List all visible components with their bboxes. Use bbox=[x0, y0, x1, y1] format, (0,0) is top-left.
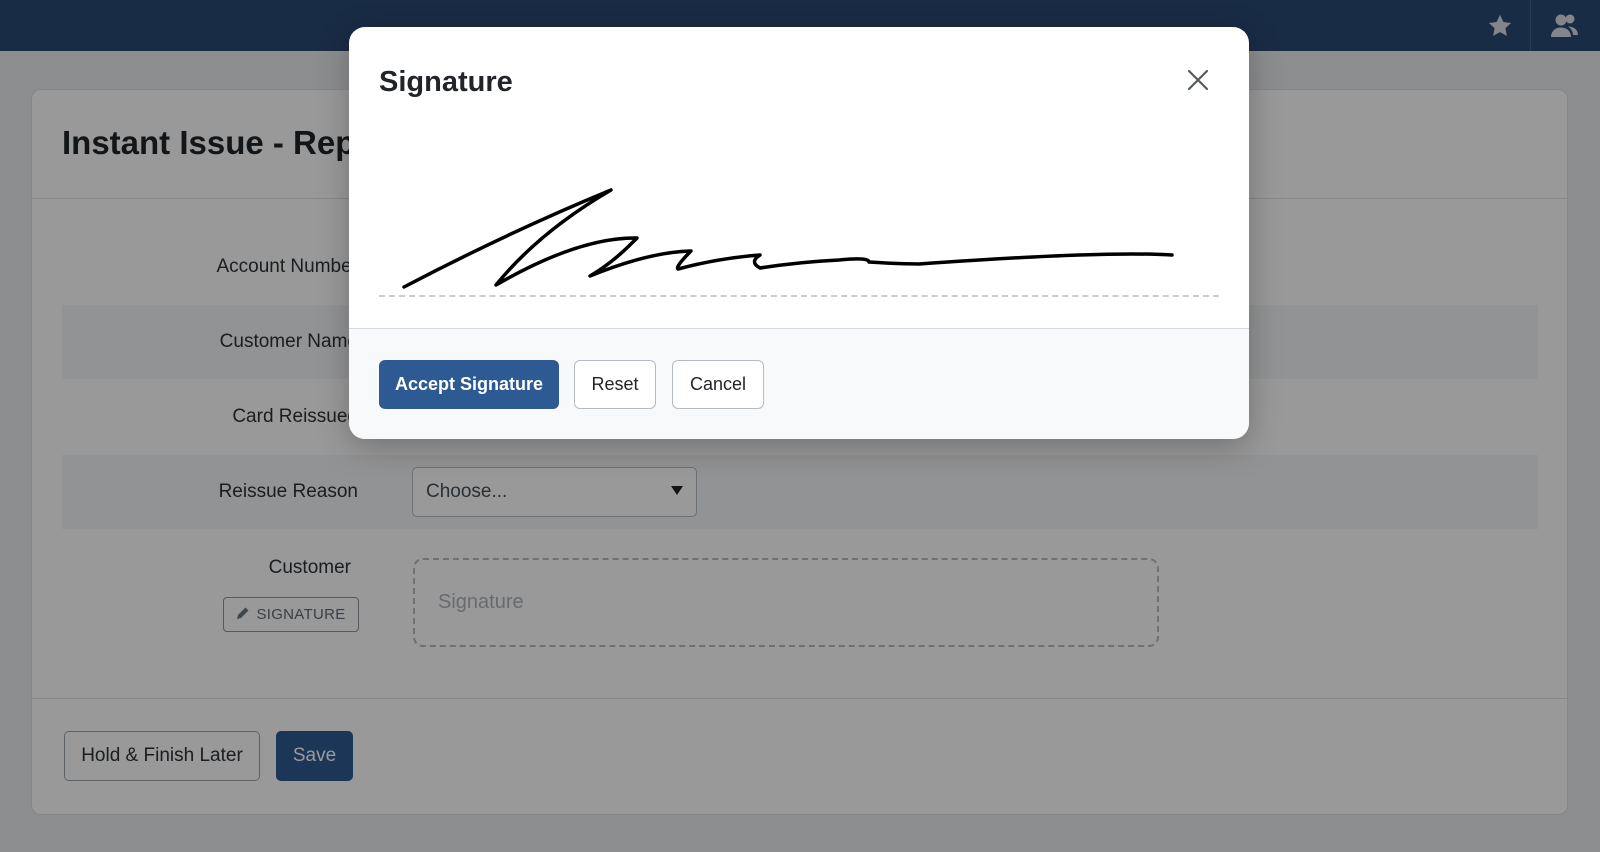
close-icon[interactable] bbox=[1183, 65, 1213, 95]
signature-modal: Signature Accept Signature Reset Cancel bbox=[349, 27, 1249, 439]
modal-footer: Accept Signature Reset Cancel bbox=[349, 328, 1249, 439]
signature-stroke bbox=[402, 188, 1174, 289]
accept-signature-button[interactable]: Accept Signature bbox=[379, 360, 559, 409]
cancel-button[interactable]: Cancel bbox=[672, 360, 764, 409]
modal-title: Signature bbox=[379, 66, 513, 98]
signature-baseline bbox=[379, 295, 1219, 297]
reset-button[interactable]: Reset bbox=[574, 360, 656, 409]
